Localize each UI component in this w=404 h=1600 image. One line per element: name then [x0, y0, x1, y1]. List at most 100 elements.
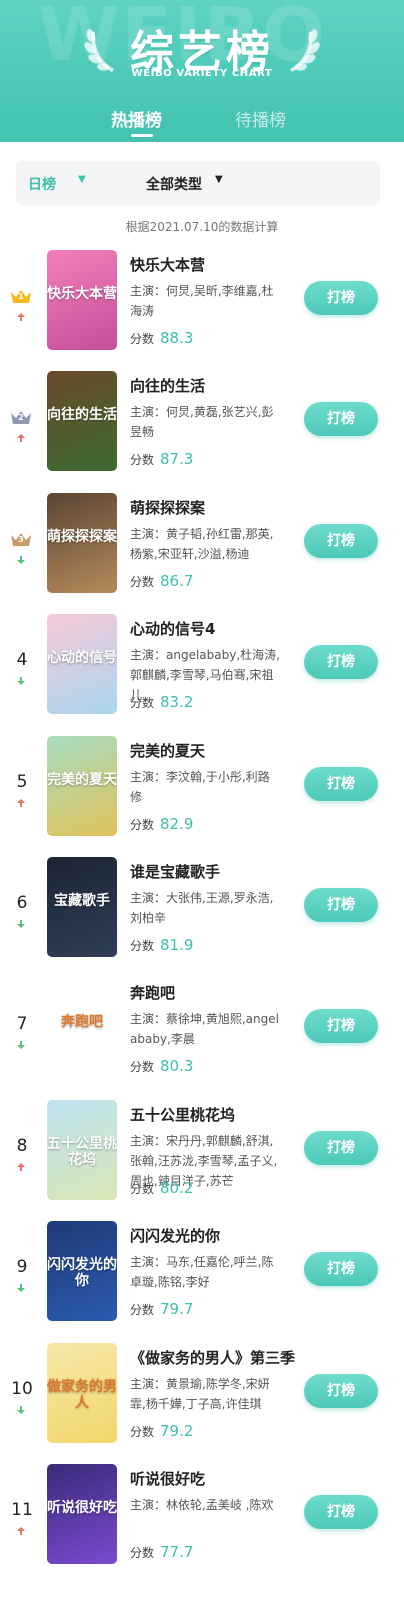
list-item[interactable]: 11 听说很好吃 听说很好吃 主演：林依轮,孟美岐 ,陈欢 分数 77.7 打榜 [0, 1454, 404, 1575]
trend-down-arrow-icon [17, 1284, 25, 1293]
vote-button[interactable]: 打榜 [304, 645, 378, 680]
rank-number: 8 [16, 1135, 28, 1156]
show-title[interactable]: 萌探探探案 [130, 497, 205, 518]
poster-title: 向往的生活 [47, 407, 117, 424]
page-subtitle: WEIBO VARIETY CHART [131, 68, 273, 79]
list-item[interactable]: 5 完美的夏天 完美的夏天 主演：李汶翰,于小彤,利路修 分数 82.9 打榜 [0, 726, 404, 847]
show-poster[interactable]: 做家务的男人 [47, 1342, 117, 1443]
list-item[interactable]: 4 心动的信号 心动的信号4 主演：angelababy,杜海涛,郭麒麟,李雪琴,马伯… [0, 604, 404, 725]
rank-number: 7 [16, 1014, 28, 1035]
show-title[interactable]: 谁是宝藏歌手 [130, 861, 220, 882]
list-item[interactable]: 8 五十公里桃花坞 五十公里桃花坞 主演：宋丹丹,郭麒麟,舒淇,张翰,汪苏泷,李雪琴,… [0, 1090, 404, 1211]
vote-button[interactable]: 打榜 [304, 281, 378, 315]
trend-down-arrow-icon [17, 555, 25, 564]
score-label: 分数 [130, 453, 155, 468]
show-cast: 主演：蔡徐坤,黄旭熙,angelababy,李晨 [130, 1012, 279, 1047]
show-title[interactable]: 快乐大本营 [130, 254, 205, 275]
vote-button[interactable]: 打榜 [304, 523, 378, 558]
trend-up-arrow-icon [17, 313, 25, 321]
show-poster[interactable]: 五十公里桃花坞 [47, 1099, 117, 1200]
list-item[interactable]: 9 闪闪发光的你 闪闪发光的你 主演：马东,任嘉伦,呼兰,陈卓璇,陈铭,李好 分数 79.… [0, 1211, 404, 1332]
rank-number: 4 [16, 650, 28, 671]
vote-button[interactable]: 打榜 [304, 1130, 378, 1165]
show-title[interactable]: 五十公里桃花坞 [130, 1104, 235, 1125]
score-value: 81.9 [160, 936, 194, 954]
score-label: 分数 [130, 696, 155, 711]
data-date-note: 根据2021.07.10的数据计算 [125, 220, 279, 234]
trend-up-arrow-icon [17, 1527, 25, 1535]
vote-button[interactable]: 打榜 [304, 1373, 378, 1408]
show-cast: 主演：李汶翰,于小彤,利路修 [130, 769, 270, 804]
show-cast: 主演：何炅,黄磊,张艺兴,彭昱畅 [130, 405, 274, 440]
score-value: 87.3 [160, 450, 194, 469]
score-value: 80.2 [160, 1178, 194, 1197]
vote-button[interactable]: 打榜 [304, 1495, 378, 1529]
chevron-down-icon[interactable]: ▼ [78, 174, 86, 185]
vote-button[interactable]: 打榜 [304, 1252, 378, 1287]
score-value: 82.9 [160, 814, 194, 833]
poster-title: 五十公里桃花坞 [47, 1135, 117, 1168]
show-title[interactable]: 完美的夏天 [130, 740, 205, 761]
show-title[interactable]: 听说很好吃 [130, 1468, 205, 1489]
list-item[interactable]: 7 奔跑吧 奔跑吧 主演：蔡徐坤,黄旭熙,angelababy,李晨 分数 80.3 打榜 [0, 968, 404, 1089]
show-score: 分数 86.7 [130, 571, 193, 590]
show-title[interactable]: 《做家务的男人》第三季 [130, 1347, 295, 1368]
show-poster[interactable]: 萌探探探案 [47, 492, 117, 593]
rank-number: 3 [18, 534, 24, 544]
rank-number: 9 [16, 1257, 28, 1278]
show-title[interactable]: 向往的生活 [130, 375, 205, 396]
poster-title: 快乐大本营 [47, 286, 117, 302]
tab-hot[interactable]: 热播榜 [111, 106, 162, 131]
filter-bar: 日榜 ▼ 全部类型 ▼ [16, 161, 380, 205]
list-item[interactable]: 10 做家务的男人 《做家务的男人》第三季 主演：黄景瑜,陈学冬,宋妍霏,杨千嬅,丁子… [0, 1333, 404, 1454]
score-label: 分数 [130, 939, 155, 953]
score-label: 分数 [130, 574, 155, 589]
trend-up-arrow-icon [17, 434, 25, 443]
show-poster[interactable]: 完美的夏天 [47, 735, 117, 836]
score-label: 分数 [130, 1060, 155, 1075]
vote-button[interactable]: 打榜 [304, 1009, 378, 1044]
show-poster[interactable]: 闪闪发光的你 [47, 1221, 117, 1322]
rank-number: 5 [16, 771, 28, 792]
show-poster[interactable]: 听说很好吃 [47, 1464, 117, 1564]
chevron-down-icon[interactable]: ▼ [215, 174, 223, 185]
show-poster[interactable]: 快乐大本营 [47, 250, 117, 350]
trend-down-arrow-icon [17, 920, 25, 928]
score-label: 分数 [130, 817, 155, 832]
show-score: 分数 80.3 [130, 1056, 193, 1075]
show-title[interactable]: 奔跑吧 [130, 982, 175, 1003]
poster-title: 完美的夏天 [47, 771, 117, 788]
score-value: 79.7 [160, 1300, 194, 1319]
show-poster[interactable]: 向往的生活 [47, 371, 117, 472]
show-score: 分数 81.9 [130, 935, 193, 954]
score-value: 86.7 [160, 571, 194, 590]
rank-number: 6 [16, 893, 28, 913]
list-item[interactable]: 3 萌探探探案 萌探探探案 主演：黄子韬,孙红雷,那英,杨紫,宋亚轩,沙溢,杨迪 分数 8… [0, 483, 404, 604]
vote-button[interactable]: 打榜 [304, 402, 378, 437]
poster-title: 心动的信号 [47, 650, 117, 667]
list-item[interactable]: 6 宝藏歌手 谁是宝藏歌手 主演：大张伟,王源,罗永浩,刘柏辛 分数 81.9 打榜 [0, 847, 404, 968]
poster-title: 做家务的男人 [47, 1378, 117, 1411]
list-item[interactable]: 2 向往的生活 向往的生活 主演：何炅,黄磊,张艺兴,彭昱畅 分数 87.3 打榜 [0, 361, 404, 482]
rank-number: 10 [11, 1378, 33, 1399]
score-label: 分数 [130, 1424, 155, 1439]
vote-button[interactable]: 打榜 [304, 888, 378, 922]
chart-tabs: 热播榜 待播榜 [0, 100, 404, 142]
show-score: 分数 79.7 [130, 1299, 193, 1318]
rank-number: 11 [11, 1500, 33, 1520]
trend-down-arrow-icon [17, 677, 25, 686]
show-poster[interactable]: 奔跑吧 [47, 978, 117, 1079]
tab-upcoming[interactable]: 待播榜 [235, 106, 286, 131]
vote-button[interactable]: 打榜 [304, 766, 378, 801]
show-title[interactable]: 闪闪发光的你 [130, 1225, 220, 1246]
header-banner: WEIBO 综艺榜 WEIBO VARIETY CHART 热播榜 待播榜 [0, 0, 404, 142]
period-dropdown[interactable]: 日榜 [28, 174, 56, 194]
show-score: 分数 79.2 [130, 1421, 193, 1440]
list-item[interactable]: 1 快乐大本营 快乐大本营 主演：何炅,吴昕,李维嘉,杜海涛 分数 88.3 打榜 [0, 240, 404, 361]
trend-up-arrow-icon [17, 1162, 25, 1171]
show-poster[interactable]: 心动的信号 [47, 614, 117, 715]
show-title[interactable]: 心动的信号4 [130, 618, 215, 639]
show-poster[interactable]: 宝藏歌手 [47, 857, 117, 957]
score-label: 分数 [130, 332, 155, 346]
type-dropdown[interactable]: 全部类型 [146, 174, 202, 194]
